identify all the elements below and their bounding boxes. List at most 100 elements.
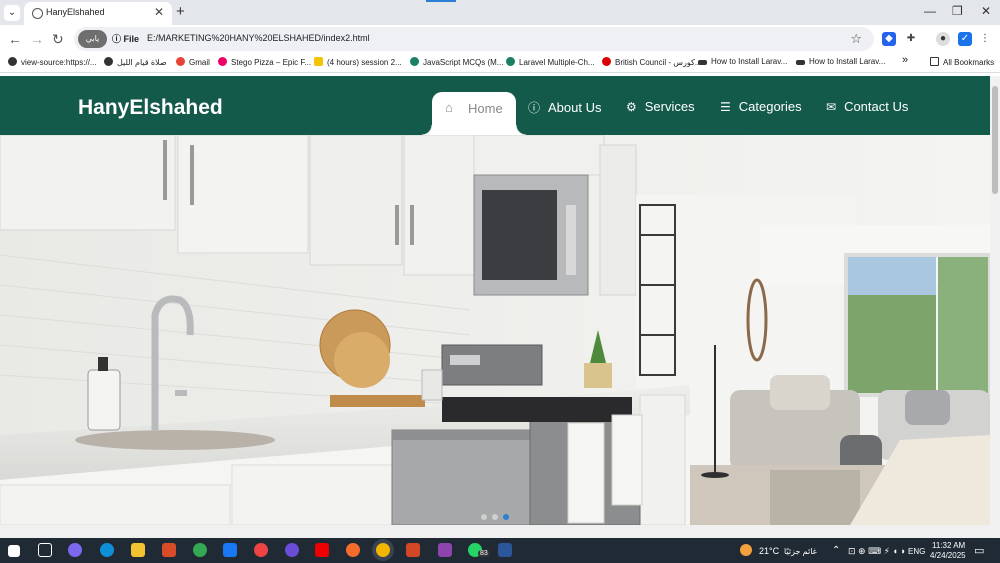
weather-desc[interactable]: غائم جزئيًا bbox=[784, 547, 817, 556]
bookmark-item[interactable]: Gmail bbox=[176, 57, 210, 67]
nav-home[interactable]: ⌂ Home bbox=[422, 92, 526, 135]
site-icon bbox=[698, 60, 707, 65]
whatsapp-badge: 83 bbox=[478, 550, 490, 557]
home-icon: ⌂ bbox=[445, 100, 453, 115]
language-indicator[interactable]: ENG bbox=[908, 547, 925, 556]
site-logo[interactable]: HanyElshahed bbox=[78, 96, 223, 120]
info-icon: ⓘ bbox=[528, 101, 541, 115]
bookmarks-bar: view-source:https://... صلاة قيام الليل … bbox=[0, 53, 1000, 73]
tab-search-button[interactable]: ⌄ bbox=[4, 5, 20, 21]
windows-taskbar: 83 21°C غائم جزئيًا ⌃ ⊡ ⊕ ⌨ ⚡ ◖ ◗ ENG 11… bbox=[0, 538, 1000, 563]
app-icon[interactable] bbox=[346, 543, 360, 557]
file-explorer-icon[interactable] bbox=[131, 543, 145, 557]
chatgpt-icon bbox=[506, 57, 515, 66]
edge-icon[interactable] bbox=[100, 543, 114, 557]
windows-start-icon[interactable] bbox=[8, 545, 20, 557]
envelope-icon: ✉ bbox=[826, 100, 837, 114]
close-window-button[interactable]: ✕ bbox=[981, 4, 991, 18]
globe-icon bbox=[32, 8, 43, 19]
british-council-icon bbox=[602, 57, 611, 66]
bookmark-item[interactable]: view-source:https://... bbox=[8, 57, 97, 67]
bookmark-item[interactable]: Stego Pizza – Epic F... bbox=[218, 57, 311, 67]
tab-strip: ⌄ HanyElshahed ✕ + — ❐ ✕ bbox=[0, 0, 1000, 25]
kitchen-photo bbox=[0, 135, 990, 525]
maximize-button[interactable]: ❐ bbox=[952, 4, 963, 18]
bookmark-item[interactable]: How to Install Larav... bbox=[796, 57, 885, 66]
address-bar[interactable]: يابي ⓘ File E:/MARKETING%20HANY%20ELSHAH… bbox=[74, 27, 874, 51]
office-icon[interactable] bbox=[162, 543, 176, 557]
task-view-icon[interactable] bbox=[38, 543, 52, 557]
vpn-shield-icon[interactable]: ✓ bbox=[958, 32, 972, 46]
nav-categories[interactable]: ☰ Categories bbox=[720, 99, 802, 114]
nav-about[interactable]: ⓘ About Us bbox=[528, 99, 602, 116]
bookmarks-overflow-button[interactable]: » bbox=[902, 54, 908, 66]
web-page: HanyElshahed ⌂ Home ⓘ About Us ⚙ Services … bbox=[0, 76, 990, 538]
new-tab-button[interactable]: + bbox=[176, 3, 185, 20]
chrome-active-icon[interactable] bbox=[376, 543, 390, 557]
all-bookmarks-button[interactable]: All Bookmarks bbox=[930, 57, 994, 67]
forward-button[interactable]: → bbox=[30, 31, 44, 47]
tab-close-button[interactable]: ✕ bbox=[154, 5, 164, 19]
bookmark-item[interactable]: صلاة قيام الليل bbox=[104, 57, 167, 67]
nav-about-label: About Us bbox=[548, 100, 602, 115]
url-text[interactable]: E:/MARKETING%20HANY%20ELSHAHED/index2.ht… bbox=[147, 33, 370, 43]
list-icon: ☰ bbox=[720, 100, 731, 114]
page-scrollbar[interactable] bbox=[990, 76, 1000, 538]
extensions-icon[interactable]: ✚ bbox=[904, 32, 918, 46]
weather-icon[interactable] bbox=[740, 544, 752, 556]
media-icon[interactable] bbox=[285, 543, 299, 557]
nav-services-label: Services bbox=[644, 99, 695, 114]
site-navbar: HanyElshahed ⌂ Home ⓘ About Us ⚙ Services … bbox=[0, 76, 990, 135]
youtube-icon[interactable] bbox=[315, 543, 329, 557]
reload-button[interactable]: ↻ bbox=[52, 31, 64, 48]
page-below-hero bbox=[0, 525, 990, 538]
gears-icon: ⚙ bbox=[626, 100, 637, 114]
clock-time[interactable]: 11:32 AM bbox=[932, 541, 965, 550]
bookmark-item[interactable]: JavaScript MCQs (M... bbox=[410, 57, 503, 67]
profile-icon[interactable]: ● bbox=[936, 32, 950, 46]
back-button[interactable]: ← bbox=[8, 31, 22, 47]
copilot-icon[interactable] bbox=[68, 543, 82, 557]
folder-icon bbox=[314, 57, 323, 66]
pizza-icon bbox=[218, 57, 227, 66]
globe-icon bbox=[104, 57, 113, 66]
bookmark-item[interactable]: How to Install Larav... bbox=[698, 57, 787, 66]
nav-services[interactable]: ⚙ Services bbox=[626, 99, 695, 114]
bookmark-item[interactable]: (4 hours) session 2... bbox=[314, 57, 402, 67]
nav-contact-label: Contact Us bbox=[844, 99, 909, 114]
nav-contact[interactable]: ✉ Contact Us bbox=[826, 99, 908, 114]
bookmark-item[interactable]: Laravel Multiple-Ch... bbox=[506, 57, 595, 67]
notification-icon[interactable]: ▭ bbox=[974, 544, 984, 557]
scrollbar-thumb[interactable] bbox=[992, 86, 998, 194]
globe-icon bbox=[8, 57, 17, 66]
browser-tab[interactable]: HanyElshahed ✕ bbox=[24, 2, 172, 25]
shield-extension-icon[interactable]: ◆ bbox=[882, 32, 896, 46]
powerpoint-icon[interactable] bbox=[406, 543, 420, 557]
profile-badge[interactable]: يابي bbox=[78, 30, 107, 48]
clock-date[interactable]: 4/24/2025 bbox=[930, 551, 966, 560]
google-icon bbox=[176, 57, 185, 66]
site-icon bbox=[796, 60, 805, 65]
menu-kebab-icon[interactable]: ⋮ bbox=[978, 32, 992, 46]
hero-carousel-image bbox=[0, 135, 990, 525]
weather-temp[interactable]: 21°C bbox=[759, 546, 779, 556]
bookmark-item[interactable]: British Council - كورس... bbox=[602, 57, 702, 67]
app-icon[interactable] bbox=[254, 543, 268, 557]
bookmark-star-icon[interactable]: ☆ bbox=[850, 31, 862, 47]
tab-accent bbox=[426, 0, 456, 2]
scheme-label: File bbox=[123, 34, 140, 44]
chrome-icon[interactable] bbox=[193, 543, 207, 557]
site-info-button[interactable]: ⓘ File bbox=[112, 32, 139, 45]
nav-categories-label: Categories bbox=[738, 99, 802, 114]
browser-toolbar: ← → ↻ يابي ⓘ File E:/MARKETING%20HANY%20… bbox=[0, 25, 1000, 53]
store-icon[interactable] bbox=[223, 543, 237, 557]
phpstorm-icon[interactable] bbox=[438, 543, 452, 557]
system-tray-icons[interactable]: ⊡ ⊕ ⌨ ⚡ ◖ ◗ bbox=[848, 546, 906, 557]
tab-title: HanyElshahed bbox=[46, 7, 105, 17]
folder-icon bbox=[930, 57, 939, 66]
chatgpt-icon bbox=[410, 57, 419, 66]
chevron-up-icon[interactable]: ⌃ bbox=[832, 545, 840, 556]
minimize-button[interactable]: — bbox=[924, 4, 936, 18]
nav-home-label: Home bbox=[468, 101, 503, 116]
word-icon[interactable] bbox=[498, 543, 512, 557]
